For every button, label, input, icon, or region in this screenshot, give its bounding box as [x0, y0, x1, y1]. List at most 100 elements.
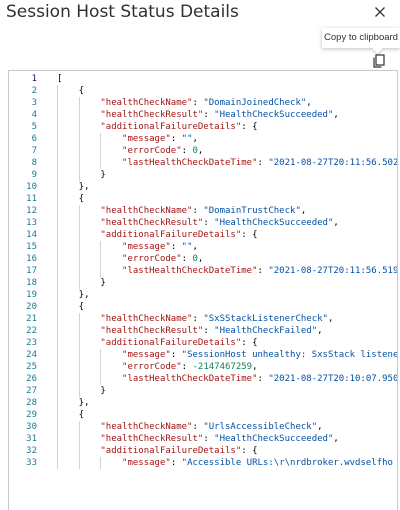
line-number: 19 [26, 290, 37, 300]
line-number: 6 [31, 134, 37, 144]
code-line: 18 } [9, 277, 397, 289]
code-text: }, [57, 289, 90, 301]
code-line: 22 "healthCheckResult": "HealthCheckFail… [9, 325, 397, 337]
json-punctuation: , [306, 98, 312, 108]
json-punctuation: : [257, 158, 269, 168]
code-text: { [57, 85, 84, 97]
code-text: "message": "Accessible URLs:\r\nrdbroker… [57, 457, 393, 469]
json-punctuation: }, [57, 182, 90, 192]
json-code-editor[interactable]: 1[2 {3 "healthCheckName": "DomainJoinedC… [8, 70, 398, 510]
json-punctuation [57, 146, 122, 156]
line-number: 29 [26, 410, 37, 420]
line-number: 30 [26, 422, 37, 432]
json-number: -2147467259 [192, 362, 253, 372]
close-icon [375, 7, 385, 17]
json-punctuation: : [192, 98, 204, 108]
line-number: 32 [26, 446, 37, 456]
code-text: "lastHealthCheckDateTime": "2021-08-27T2… [57, 157, 397, 169]
line-number: 18 [26, 278, 37, 288]
json-punctuation [57, 266, 122, 276]
code-line: 10 }, [9, 181, 397, 193]
json-punctuation: , [317, 422, 323, 432]
json-punctuation: }, [57, 398, 90, 408]
json-key: "healthCheckName" [100, 98, 193, 108]
code-line: 11 { [9, 193, 397, 205]
json-key: "additionalFailureDetails" [100, 230, 242, 240]
code-line: 19 }, [9, 289, 397, 301]
code-text: "errorCode": 0, [57, 253, 203, 265]
json-punctuation: : [181, 362, 193, 372]
json-punctuation: , [252, 362, 258, 372]
copy-to-clipboard-button[interactable] [370, 52, 388, 70]
code-line: 33 "message": "Accessible URLs:\r\nrdbro… [9, 457, 397, 469]
line-number: 14 [26, 230, 37, 240]
json-string: "DomainTrustCheck" [203, 206, 301, 216]
json-punctuation: : [170, 350, 182, 360]
json-punctuation: : [170, 242, 182, 252]
code-line: 20 { [9, 301, 397, 313]
json-punctuation: [ [57, 74, 63, 84]
code-line: 25 "errorCode": -2147467259, [9, 361, 397, 373]
json-punctuation: : [203, 434, 215, 444]
code-line: 24 "message": "SessionHost unhealthy: Sx… [9, 349, 397, 361]
code-line: 26 "lastHealthCheckDateTime": "2021-08-2… [9, 373, 397, 385]
json-punctuation: : [257, 266, 269, 276]
code-line: 7 "errorCode": 0, [9, 145, 397, 157]
code-text: [ [57, 73, 62, 85]
json-punctuation: { [57, 86, 85, 96]
json-punctuation: { [57, 194, 85, 204]
json-string: "2021-08-27T20:10:07.950 [268, 374, 398, 384]
line-number: 31 [26, 434, 37, 444]
line-number: 24 [26, 350, 37, 360]
line-number: 16 [26, 254, 37, 264]
json-punctuation: } [57, 386, 106, 396]
json-punctuation: { [57, 410, 85, 420]
panel-title: Session Host Status Details [6, 2, 239, 22]
json-punctuation: : [192, 206, 204, 216]
json-punctuation: : [170, 458, 182, 468]
line-number: 21 [26, 314, 37, 324]
line-number: 1 [31, 74, 37, 84]
json-punctuation: : [257, 374, 269, 384]
json-punctuation: , [197, 254, 204, 264]
json-string: "HealthCheckSucceeded" [214, 218, 334, 228]
line-number: 3 [31, 98, 37, 108]
code-line: 27 } [9, 385, 397, 397]
json-punctuation: } [57, 170, 106, 180]
code-text: } [57, 277, 106, 289]
code-text: }, [57, 181, 90, 193]
code-text: } [57, 385, 106, 397]
code-line: 6 "message": "", [9, 133, 397, 145]
code-text: "additionalFailureDetails": { [57, 229, 258, 241]
code-line: 21 "healthCheckName": "SxSStackListenerC… [9, 313, 397, 325]
json-key: "healthCheckResult" [100, 218, 204, 228]
json-punctuation: }, [57, 290, 90, 300]
json-punctuation: , [333, 434, 339, 444]
json-punctuation [57, 134, 122, 144]
code-text: "healthCheckName": "DomainTrustCheck", [57, 205, 306, 217]
json-string: "UrlsAccessibleCheck" [203, 422, 318, 432]
code-text: "additionalFailureDetails": { [57, 337, 258, 349]
code-text: "message": "", [57, 133, 198, 145]
json-punctuation: , [317, 326, 323, 336]
json-punctuation: : { [241, 338, 258, 348]
json-punctuation: , [333, 218, 339, 228]
code-line: 12 "healthCheckName": "DomainTrustCheck"… [9, 205, 397, 217]
json-punctuation: , [333, 110, 339, 120]
json-string: "HealthCheckFailed" [214, 326, 318, 336]
json-punctuation: : [192, 422, 204, 432]
copy-tooltip: Copy to clipboard [322, 28, 400, 48]
line-number: 9 [31, 170, 37, 180]
line-number: 12 [26, 206, 37, 216]
json-key: "healthCheckName" [100, 422, 193, 432]
code-line: 30 "healthCheckName": "UrlsAccessibleChe… [9, 421, 397, 433]
json-string: "2021-08-27T20:11:56.519 [268, 266, 398, 276]
close-button[interactable] [370, 2, 390, 22]
code-line: 28 }, [9, 397, 397, 409]
code-line: 4 "healthCheckResult": "HealthCheckSucce… [9, 109, 397, 121]
line-number: 26 [26, 374, 37, 384]
json-punctuation: : [203, 218, 215, 228]
code-text: }, [57, 397, 90, 409]
code-text: { [57, 409, 84, 421]
line-number: 20 [26, 302, 37, 312]
